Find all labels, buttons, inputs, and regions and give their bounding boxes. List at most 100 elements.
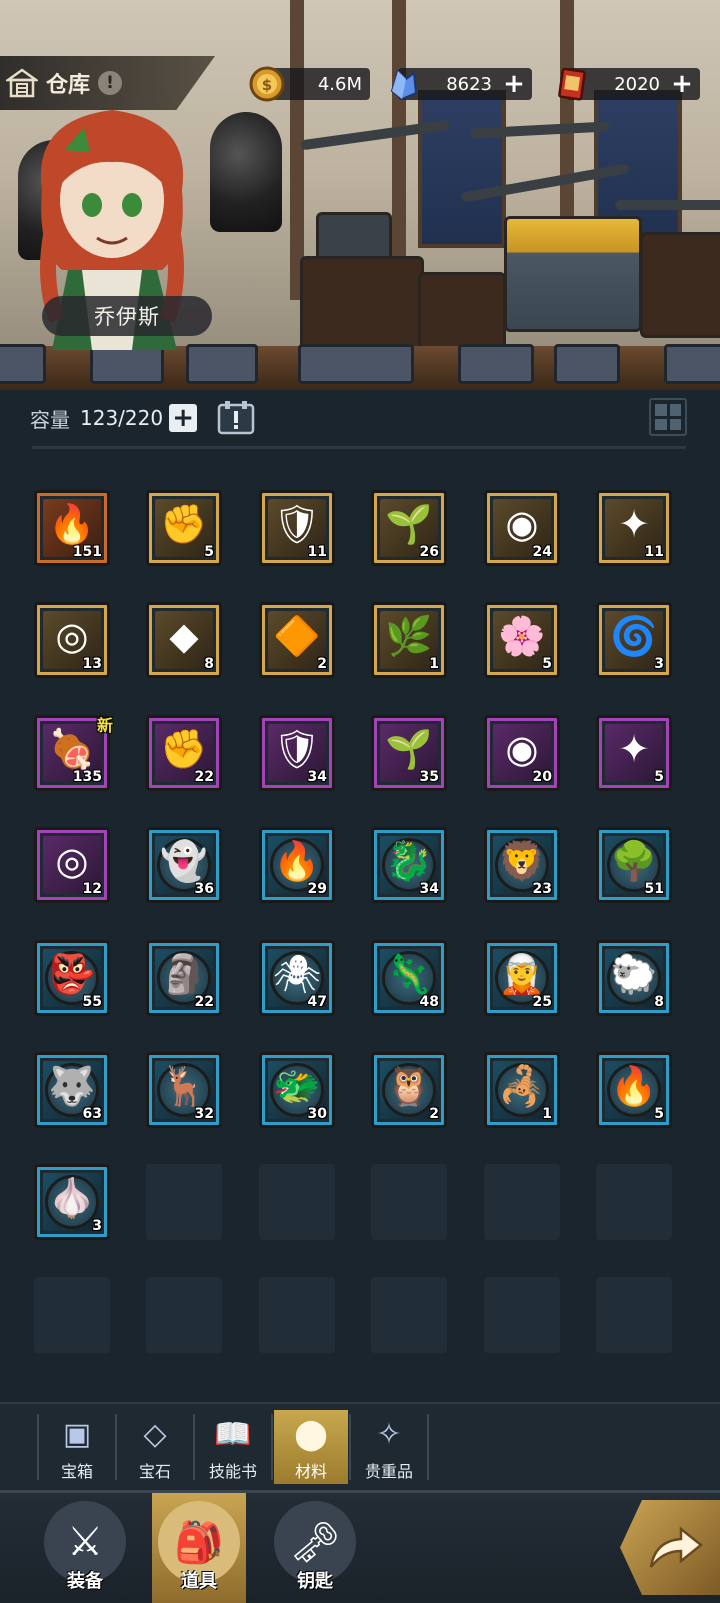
inventory-slot[interactable]: 🌱 35 [371, 715, 447, 791]
inventory-slot[interactable]: 🦎 48 [371, 940, 447, 1016]
inventory-slot[interactable]: 🛡 34 [259, 715, 335, 791]
inventory-slot[interactable]: ✊ 5 [146, 490, 222, 566]
inventory-slot[interactable]: 🧄 3 [34, 1164, 110, 1240]
tab-divider [427, 1414, 429, 1480]
item-quantity: 3 [92, 1218, 102, 1234]
empty-slot [484, 1164, 560, 1240]
nav-key[interactable]: 🗝 钥匙 [268, 1493, 362, 1603]
green-sprout-icon: 🌱 [385, 502, 433, 546]
empty-slot [259, 1164, 335, 1240]
nav-label: 道具 [181, 1571, 217, 1592]
item-quantity: 11 [644, 544, 664, 560]
tab-gem[interactable]: ◇ 宝石 [118, 1410, 192, 1484]
inventory-slot[interactable]: 🐉 34 [371, 827, 447, 903]
deer-portrait-icon: 🦌 [160, 1064, 208, 1108]
treant-portrait-icon: 🌳 [610, 839, 658, 883]
inventory-slot[interactable]: 🗿 22 [146, 940, 222, 1016]
add-ticket-button[interactable]: + [668, 69, 696, 99]
exclamation-icon[interactable]: ! [98, 71, 123, 95]
item-quantity: 135 [72, 769, 102, 785]
inventory-slot[interactable]: 🐺 63 [34, 1052, 110, 1128]
inventory-slot[interactable]: 🐲 30 [259, 1052, 335, 1128]
inventory-slot[interactable]: 🍖 135 新 [34, 715, 113, 791]
nav-backpack[interactable]: 🎒 道具 [152, 1493, 246, 1603]
inventory-slot[interactable]: 🌿 1 [371, 602, 447, 678]
inventory-slot[interactable]: 🌱 26 [371, 490, 447, 566]
inventory-slot[interactable]: 🔥 151 [34, 490, 110, 566]
item-quantity: 13 [82, 656, 102, 672]
item-quantity: 22 [194, 769, 214, 785]
item-quantity: 8 [654, 994, 664, 1010]
tab-valuable[interactable]: ✧ 贵重品 [352, 1410, 426, 1484]
inventory-slot[interactable]: ✦ 5 [596, 715, 672, 791]
inventory-slot[interactable]: 👻 36 [146, 827, 222, 903]
item-quantity: 1 [542, 1106, 552, 1122]
book-icon: 📖 [214, 1416, 252, 1452]
item-quantity: 34 [307, 769, 327, 785]
material-icon: ⬤ [294, 1416, 328, 1452]
inventory-slot[interactable]: 🦁 23 [484, 827, 560, 903]
shadow-wolf-portrait-icon: 🐺 [48, 1064, 96, 1108]
red-fist-icon: ✊ [160, 502, 208, 546]
inventory-slot[interactable]: 🛡 11 [259, 490, 335, 566]
inventory-slot[interactable]: 🌀 3 [596, 602, 672, 678]
add-crystal-button[interactable]: + [500, 69, 528, 99]
item-quantity: 24 [532, 544, 552, 560]
inventory-slot[interactable]: ◎ 13 [34, 602, 110, 678]
expand-capacity-button[interactable]: + [169, 404, 198, 432]
inventory-slot[interactable]: 🦂 1 [484, 1052, 560, 1128]
mantis-portrait-icon: 🦂 [498, 1064, 546, 1108]
empty-slot [596, 1164, 672, 1240]
blue-crystal-icon [390, 69, 418, 101]
tab-chest[interactable]: ▣ 宝箱 [40, 1410, 114, 1484]
inventory-slot[interactable]: 👺 55 [34, 940, 110, 1016]
inventory-slot[interactable]: 🦉 2 [371, 1052, 447, 1128]
garlic-portrait-icon: 🧄 [48, 1176, 96, 1220]
tab-material[interactable]: ⬤ 材料 [274, 1410, 348, 1484]
purple-orb-icon: ◉ [505, 502, 539, 546]
item-quantity: 5 [542, 656, 552, 672]
tab-book[interactable]: 📖 技能书 [196, 1410, 270, 1484]
tab-divider [193, 1414, 195, 1480]
shelf-plank [664, 344, 720, 384]
inventory-slot[interactable]: ◆ 8 [146, 602, 222, 678]
inventory-slot[interactable]: ✦ 11 [596, 490, 672, 566]
green-gem-icon: ◆ [169, 614, 199, 658]
ticket-value: 2020 [614, 73, 660, 95]
white-spirit-portrait-icon: 🐑 [610, 952, 658, 996]
wooden-chest [300, 256, 424, 352]
inventory-slot[interactable]: ✊ 22 [146, 715, 222, 791]
wooden-chest [418, 272, 506, 352]
fire-essence-icon: 🔥 [48, 502, 96, 546]
item-quantity: 23 [532, 881, 552, 897]
leaf-root-icon: 🌿 [385, 614, 433, 658]
inventory-slot[interactable]: 🔥 29 [259, 827, 335, 903]
page-title-box: 仓库 ! [0, 56, 215, 110]
inventory-slot[interactable]: 🐑 8 [596, 940, 672, 1016]
inventory-slot[interactable]: ◉ 24 [484, 490, 560, 566]
tab-divider [271, 1414, 273, 1480]
shelf-plank [298, 344, 414, 384]
inventory-slot[interactable]: 🌳 51 [596, 827, 672, 903]
amber-crystal-icon: 🔶 [273, 614, 321, 658]
top-bar: 仓库 ! $ 4.6M 8623 + 2020 + [0, 54, 720, 114]
bag-info-icon[interactable] [215, 399, 257, 437]
fire-beast-portrait-icon: 🔥 [273, 839, 321, 883]
inventory-slot[interactable]: 🔶 2 [259, 602, 335, 678]
empty-slot [484, 1277, 560, 1353]
wall-beam [290, 0, 304, 300]
inventory-slot[interactable]: 🦌 32 [146, 1052, 222, 1128]
nav-sword[interactable]: ⚔ 装备 [38, 1493, 132, 1603]
item-quantity: 5 [204, 544, 214, 560]
inventory-slot[interactable]: 🧝 25 [484, 940, 560, 1016]
item-quantity: 5 [654, 1106, 664, 1122]
item-quantity: 47 [307, 994, 327, 1010]
inventory-slot[interactable]: 🕷 47 [259, 940, 335, 1016]
shelf-plank [186, 344, 258, 384]
inventory-slot[interactable]: 🌸 5 [484, 602, 560, 678]
inventory-slot[interactable]: ◎ 12 [34, 827, 110, 903]
inventory-slot[interactable]: ◉ 20 [484, 715, 560, 791]
ghost-portrait-icon: 👻 [160, 839, 208, 883]
inventory-slot[interactable]: 🔥 5 [596, 1052, 672, 1128]
grid-view-toggle[interactable] [649, 398, 687, 436]
